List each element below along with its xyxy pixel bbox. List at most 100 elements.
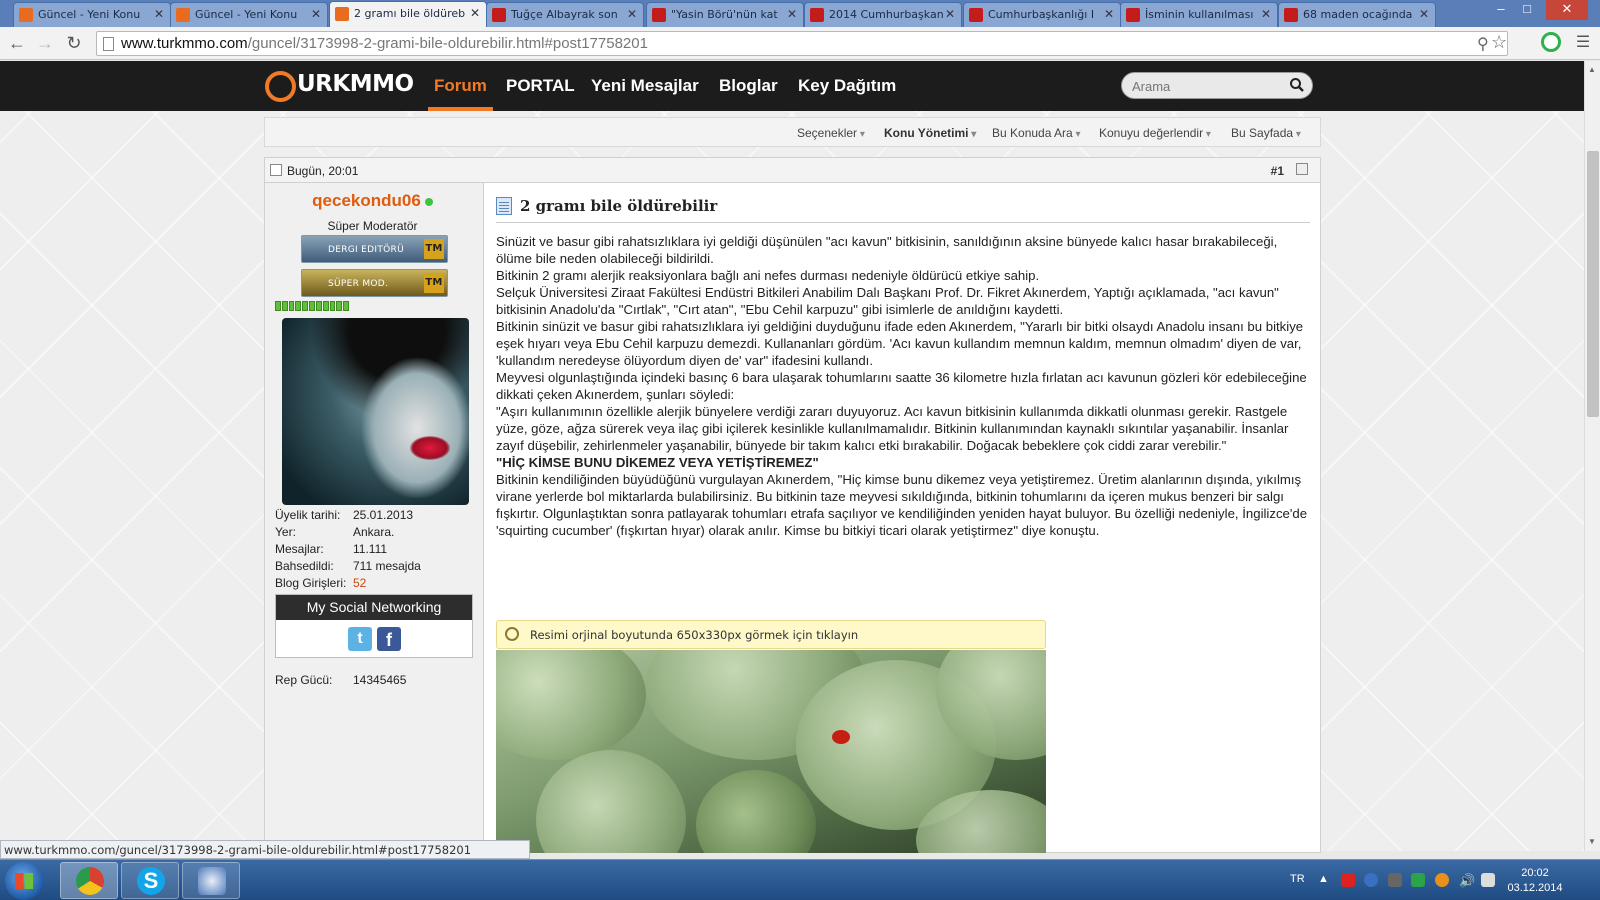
trt-haber-favicon-icon [1126,8,1140,22]
tab-close-icon[interactable]: ✕ [311,7,321,21]
app-icon [198,867,226,895]
post-select-checkbox[interactable] [1296,163,1308,175]
this-page-menu[interactable]: Bu Sayfada [1231,126,1301,140]
window-close-button[interactable]: ✕ [1546,0,1588,20]
tray-icon[interactable] [1341,873,1355,887]
tab-close-icon[interactable]: ✕ [945,7,955,21]
tab-close-icon[interactable]: ✕ [470,6,480,20]
browser-tab[interactable]: 2014 Cumhurbaşkan ✕ [804,2,962,27]
tab-close-icon[interactable]: ✕ [154,7,164,21]
tab-close-icon[interactable]: ✕ [1261,7,1271,21]
search-input[interactable] [1132,76,1282,96]
tab-close-icon[interactable]: ✕ [1104,7,1114,21]
search-icon[interactable] [1289,77,1305,93]
site-search [1121,72,1313,99]
post-paragraph: Selçuk Üniversitesi Ziraat Fakültesi End… [496,285,1279,317]
post-image[interactable] [496,650,1046,853]
thread-management-menu[interactable]: Konu Yönetimi [884,126,976,140]
menu-icon[interactable]: ☰ [1572,33,1594,55]
thread-tools-bar: Seçenekler Konu Yönetimi Bu Konuda Ara K… [264,117,1321,147]
tray-icon[interactable] [1388,873,1402,887]
meta-blog-entries[interactable]: Blog Girişleri: 52 [275,576,366,590]
reload-icon[interactable]: ↻ [63,33,85,55]
avatar[interactable] [282,318,469,505]
language-indicator[interactable]: TR [1290,873,1305,885]
browser-tab[interactable]: Güncel - Yeni Konu ✕ [13,2,171,27]
bookmark-star-icon[interactable]: ☆ [1491,32,1507,53]
nav-blogs[interactable]: Bloglar [719,76,778,96]
badge-tm: TM [424,273,444,293]
turkmmo-favicon-icon [176,8,190,22]
post-paragraph: Meyvesi olgunlaştığında içindeki basınç … [496,370,1307,402]
online-status-icon [424,197,433,206]
address-bar[interactable]: www.turkmmo.com/guncel/3173998-2-grami-b… [96,31,1508,56]
post-number[interactable]: #1 [1271,164,1284,178]
browser-tab[interactable]: Güncel - Yeni Konu ✕ [170,2,328,27]
volume-icon[interactable]: 🔊 [1459,873,1475,889]
skype-icon: S [137,867,165,895]
taskbar-skype[interactable]: S [121,862,179,899]
post-subheading: "HİÇ KİMSE BUNU DİKEMEZ VEYA YETİŞTİREME… [496,455,819,470]
browser-tab-title: "Yasin Börü'nün kat [671,8,778,21]
zoom-icon[interactable]: ⚲ [1477,34,1489,54]
post-date: Bugün, 20:01 [287,164,359,178]
turkmmo-favicon-icon [335,7,349,21]
chrome-icon [76,867,104,895]
trt-haber-favicon-icon [492,8,506,22]
extension-icon[interactable] [1541,32,1561,52]
scroll-down-icon[interactable]: ▼ [1588,837,1596,846]
minimize-button[interactable]: – [1488,0,1514,20]
tray-expand-icon[interactable]: ▲ [1318,873,1329,885]
system-clock[interactable]: 20:02 03.12.2014 [1505,866,1565,896]
twitter-icon[interactable]: t [348,627,372,651]
browser-toolbar: ← → ↻ www.turkmmo.com/guncel/3173998-2-g… [0,27,1600,60]
forward-icon[interactable]: → [34,33,56,55]
logo-text: URKMMO [297,71,414,97]
image-resize-notice[interactable]: Resimi orjinal boyutunda 650x330px görme… [496,620,1046,649]
tray-icon[interactable] [1364,873,1378,887]
turkmmo-favicon-icon [19,8,33,22]
post-paragraph: "Aşırı kullanımının özellikle alerjik bü… [496,404,1289,453]
tab-close-icon[interactable]: ✕ [627,7,637,21]
back-icon[interactable]: ← [6,33,28,55]
browser-tab[interactable]: 68 maden ocağında ✕ [1278,2,1436,27]
start-button[interactable] [5,862,43,900]
tray-icon[interactable] [1411,873,1425,887]
badge-editor-label: DERGI EDITÖRÜ [328,245,404,255]
username-text[interactable]: qecekondu06 [312,191,421,210]
browser-tab[interactable]: Tuğçe Albayrak son ✕ [486,2,644,27]
facebook-icon[interactable]: f [377,627,401,651]
image-notice-text[interactable]: Resimi orjinal boyutunda 650x330px görme… [530,628,858,642]
username[interactable]: qecekondu06 [265,191,480,211]
scroll-up-icon[interactable]: ▲ [1588,65,1596,74]
post-icon [270,164,282,176]
trt-haber-favicon-icon [652,8,666,22]
rate-thread-menu[interactable]: Konuyu değerlendir [1099,126,1211,140]
nav-forum[interactable]: Forum [428,76,493,111]
network-icon[interactable] [1481,873,1495,887]
browser-tab[interactable]: İsminin kullanılması ✕ [1120,2,1278,27]
scrollbar-thumb[interactable] [1587,151,1599,417]
meta-mentioned: Bahsedildi: 711 mesajda [275,559,421,573]
maximize-button[interactable]: □ [1514,0,1540,20]
taskbar-app[interactable] [182,862,240,899]
trt-haber-favicon-icon [1284,8,1298,22]
badge-tm: TM [424,239,444,259]
taskbar-chrome[interactable] [60,862,118,899]
browser-tab-title: 2 gramı bile öldüreb [354,7,466,20]
page-scrollbar[interactable]: ▲ ▼ [1584,61,1600,851]
search-thread-menu[interactable]: Bu Konuda Ara [992,126,1081,140]
nav-portal[interactable]: PORTAL [506,76,575,96]
options-menu[interactable]: Seçenekler [797,126,865,140]
browser-tab[interactable]: Cumhurbaşkanlığı I ✕ [963,2,1121,27]
nav-key-distribution[interactable]: Key Dağıtım [798,76,896,96]
meta-join-date: Üyelik tarihi: 25.01.2013 [275,508,414,522]
tab-close-icon[interactable]: ✕ [1419,7,1429,21]
browser-tab[interactable]: 2 gramı bile öldüreb ✕ [329,1,487,27]
trt-haber-favicon-icon [810,8,824,22]
browser-tab[interactable]: "Yasin Börü'nün kat ✕ [646,2,804,27]
tab-close-icon[interactable]: ✕ [787,7,797,21]
url-host: www.turkmmo.com [121,35,248,52]
nav-new-messages[interactable]: Yeni Mesajlar [591,76,699,96]
tray-icon[interactable] [1435,873,1449,887]
